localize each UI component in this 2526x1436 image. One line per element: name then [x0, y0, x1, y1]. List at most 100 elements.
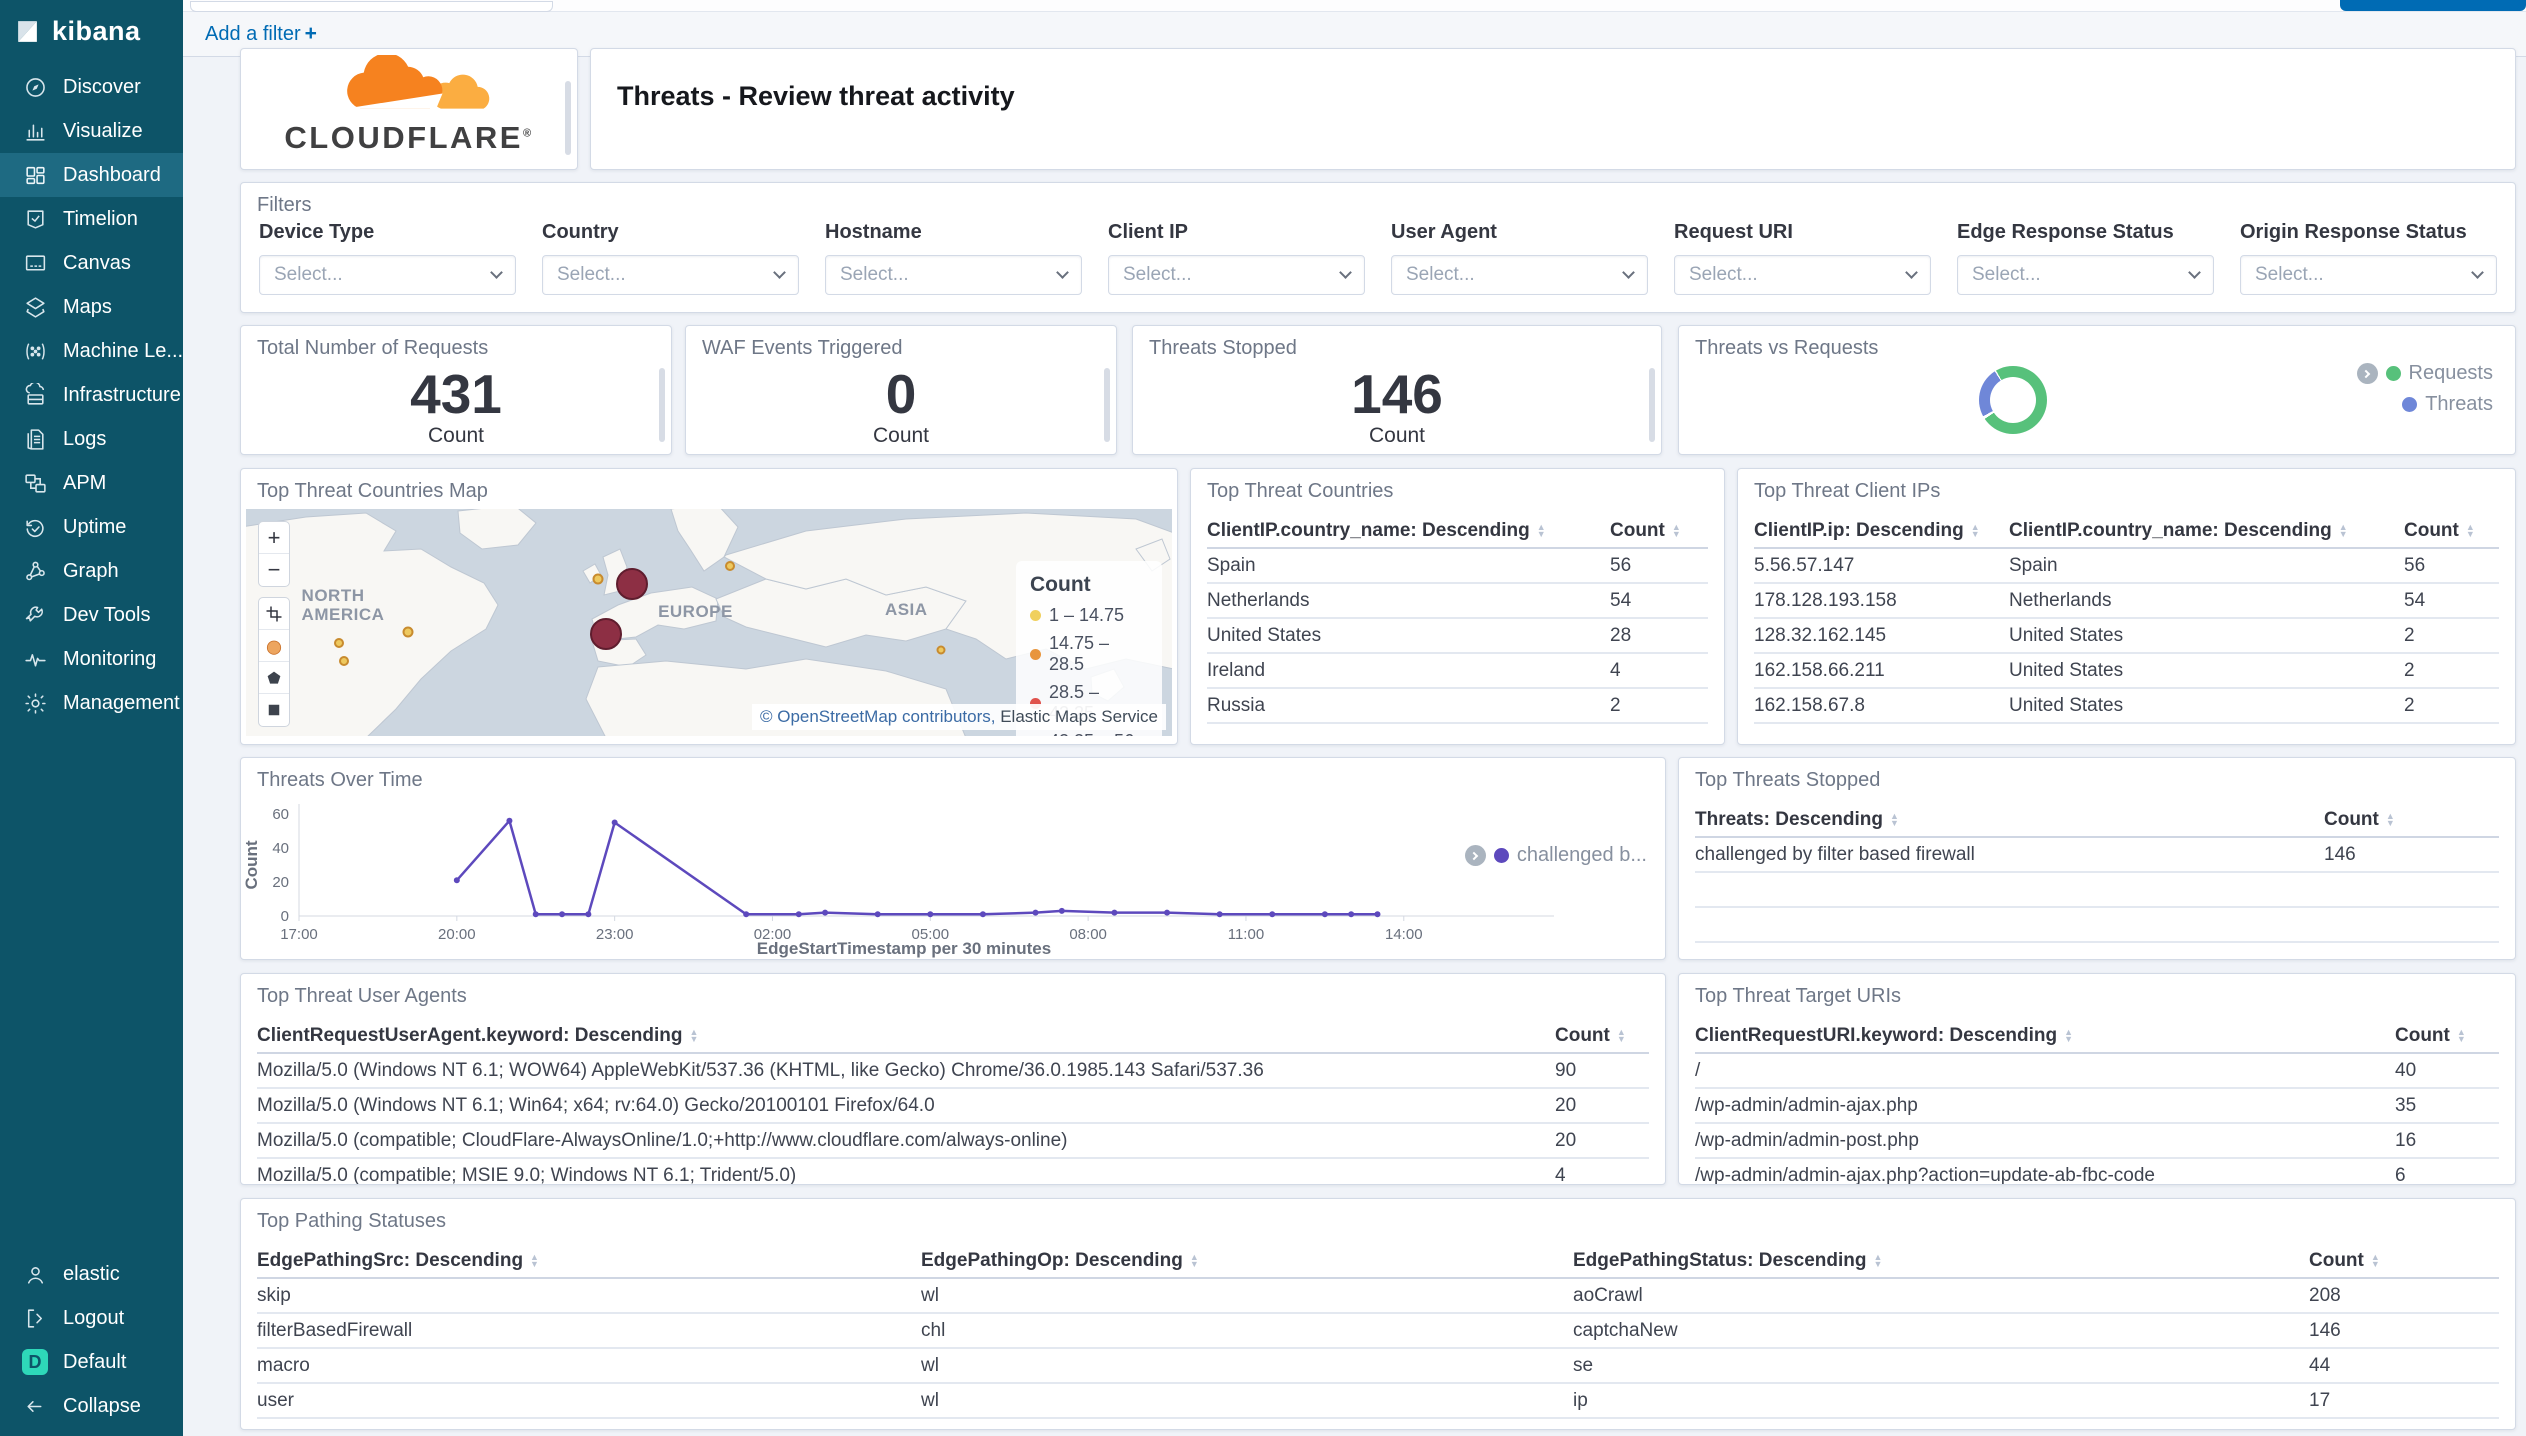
- threat-bubble[interactable]: [936, 645, 945, 655]
- column-sort-header[interactable]: ClientIP.ip: Descending ▲ ▼: [1754, 520, 2009, 542]
- sidebar-item-uptime[interactable]: Uptime: [0, 505, 183, 549]
- threat-bubble[interactable]: [725, 560, 736, 571]
- crop-tool-icon[interactable]: [259, 598, 289, 630]
- sidebar-item-discover[interactable]: Discover: [0, 65, 183, 109]
- panel-scrollbar[interactable]: [565, 81, 571, 155]
- kibana-logo[interactable]: kibana: [0, 0, 183, 65]
- select-placeholder: Select...: [557, 264, 626, 285]
- sidebar-item-space-default[interactable]: D Default: [0, 1340, 183, 1384]
- column-sort-header[interactable]: Count ▲ ▼: [1610, 520, 1708, 542]
- svg-text:20:00: 20:00: [438, 926, 476, 943]
- filter-select[interactable]: Select...: [259, 255, 516, 295]
- column-sort-header[interactable]: EdgePathingOp: Descending ▲ ▼: [921, 1250, 1573, 1272]
- sidebar-item-maps[interactable]: Maps: [0, 285, 183, 329]
- sort-icon: ▲ ▼: [530, 1252, 539, 1269]
- threat-map-panel: Top Threat Countries Map NORTH AMERICA E…: [240, 468, 1178, 745]
- apm-icon: [22, 470, 48, 496]
- metric-label: Count: [872, 424, 930, 447]
- sidebar-item-user[interactable]: elastic: [0, 1252, 183, 1296]
- metric-waf-events-panel: WAF Events Triggered 0 Count: [685, 325, 1117, 455]
- column-sort-header[interactable]: Count ▲ ▼: [2324, 809, 2499, 831]
- sidebar-item-dev-tools[interactable]: Dev Tools: [0, 593, 183, 637]
- table-row: Spain 56: [1207, 549, 1708, 584]
- panel-scrollbar[interactable]: [1104, 368, 1110, 442]
- filter-label: Request URI: [1674, 221, 1793, 243]
- panel-title: WAF Events Triggered: [702, 337, 903, 359]
- legend-collapse-icon[interactable]: [1464, 845, 1486, 866]
- panel-title: Top Threat Countries Map: [257, 480, 488, 502]
- world-map[interactable]: NORTH AMERICA EUROPE ASIA + − Count 1 – …: [246, 509, 1172, 736]
- svg-text:0: 0: [281, 908, 289, 925]
- threat-bubble[interactable]: [590, 617, 623, 650]
- filter-select[interactable]: Select...: [2240, 255, 2497, 295]
- column-sort-header[interactable]: ClientRequestUserAgent.keyword: Descendi…: [257, 1025, 1555, 1047]
- query-input[interactable]: [190, 1, 553, 12]
- sidebar-item-monitoring[interactable]: Monitoring: [0, 637, 183, 681]
- chevron-down-icon: [1339, 266, 1352, 279]
- sidebar-item-timelion[interactable]: Timelion: [0, 197, 183, 241]
- add-filter-link[interactable]: Add a filter +: [205, 22, 317, 46]
- sidebar-item-logs[interactable]: Logs: [0, 417, 183, 461]
- metric-value: 146: [1351, 363, 1443, 425]
- polygon-tool-icon[interactable]: [259, 662, 289, 694]
- rectangle-tool-icon[interactable]: [259, 694, 289, 726]
- panel-scrollbar[interactable]: [1649, 368, 1655, 442]
- circle-tool-icon[interactable]: [259, 630, 289, 662]
- column-sort-header[interactable]: Count ▲ ▼: [2404, 520, 2499, 542]
- column-sort-header[interactable]: ClientIP.country_name: Descending ▲ ▼: [2009, 520, 2404, 542]
- sidebar-item-infrastructure[interactable]: Infrastructure: [0, 373, 183, 417]
- sort-icon: ▲ ▼: [2338, 522, 2348, 539]
- sidebar-item-logout[interactable]: Logout: [0, 1296, 183, 1340]
- filter-field: Origin Response Status Select...: [2240, 221, 2497, 295]
- sidebar-item-collapse[interactable]: Collapse: [0, 1384, 183, 1428]
- sidebar-item-management[interactable]: Management: [0, 681, 183, 725]
- select-placeholder: Select...: [840, 264, 909, 285]
- filter-field: Hostname Select...: [825, 221, 1082, 295]
- legend-label[interactable]: Threats: [2425, 393, 2493, 416]
- threat-bubble[interactable]: [402, 626, 414, 638]
- panel-title: Filters: [257, 194, 312, 216]
- column-sort-header[interactable]: ClientIP.country_name: Descending ▲ ▼: [1207, 520, 1610, 542]
- openstreetmap-link[interactable]: © OpenStreetMap contributors,: [760, 707, 996, 726]
- sidebar-item-apm[interactable]: APM: [0, 461, 183, 505]
- filter-select[interactable]: Select...: [1674, 255, 1931, 295]
- chevron-down-icon: [1622, 266, 1635, 279]
- column-sort-header[interactable]: EdgePathingStatus: Descending ▲ ▼: [1573, 1250, 2309, 1272]
- filter-select[interactable]: Select...: [1957, 255, 2214, 295]
- zoom-out-button[interactable]: −: [259, 554, 289, 586]
- threat-bubble[interactable]: [333, 637, 344, 648]
- column-sort-header[interactable]: EdgePathingSrc: Descending ▲ ▼: [257, 1250, 921, 1272]
- filter-select[interactable]: Select...: [542, 255, 799, 295]
- legend-collapse-icon[interactable]: [2356, 363, 2378, 384]
- filter-select[interactable]: Select...: [825, 255, 1082, 295]
- update-button[interactable]: [2340, 0, 2526, 11]
- filter-select[interactable]: Select...: [1391, 255, 1648, 295]
- threat-bubble[interactable]: [592, 573, 604, 585]
- column-sort-header[interactable]: Count ▲ ▼: [2309, 1250, 2499, 1272]
- legend-label[interactable]: Requests: [2409, 362, 2494, 385]
- sidebar-item-machine-learning[interactable]: Machine Le...: [0, 329, 183, 373]
- sidebar-item-dashboard[interactable]: Dashboard: [0, 153, 183, 197]
- table-row: 162.158.66.211 United States 2: [1754, 654, 2499, 689]
- zoom-in-button[interactable]: +: [259, 522, 289, 554]
- column-sort-header[interactable]: ClientRequestURI.keyword: Descending ▲ ▼: [1695, 1025, 2395, 1047]
- table-row: skip wl aoCrawl 208: [257, 1279, 2499, 1314]
- column-sort-header[interactable]: Threats: Descending ▲ ▼: [1695, 809, 2324, 831]
- chevron-down-icon: [773, 266, 786, 279]
- legend-label[interactable]: challenged b...: [1517, 844, 1647, 867]
- panel-title: Threats Stopped: [1149, 337, 1297, 359]
- sort-icon: ▲ ▼: [1189, 1252, 1199, 1269]
- panel-scrollbar[interactable]: [659, 368, 665, 442]
- column-sort-header[interactable]: Count ▲ ▼: [2395, 1025, 2499, 1047]
- threat-bubble[interactable]: [339, 656, 350, 667]
- filter-label: Edge Response Status: [1957, 221, 2174, 243]
- sort-icon: ▲ ▼: [2064, 1027, 2074, 1044]
- filter-select[interactable]: Select...: [1108, 255, 1365, 295]
- threat-bubble[interactable]: [616, 567, 649, 600]
- column-sort-header[interactable]: Count ▲ ▼: [1555, 1025, 1649, 1047]
- sidebar-item-canvas[interactable]: Canvas: [0, 241, 183, 285]
- sidebar-item-graph[interactable]: Graph: [0, 549, 183, 593]
- table-row: macro wl se 44: [257, 1349, 2499, 1384]
- sidebar-item-visualize[interactable]: Visualize: [0, 109, 183, 153]
- filter-label: Client IP: [1108, 221, 1189, 243]
